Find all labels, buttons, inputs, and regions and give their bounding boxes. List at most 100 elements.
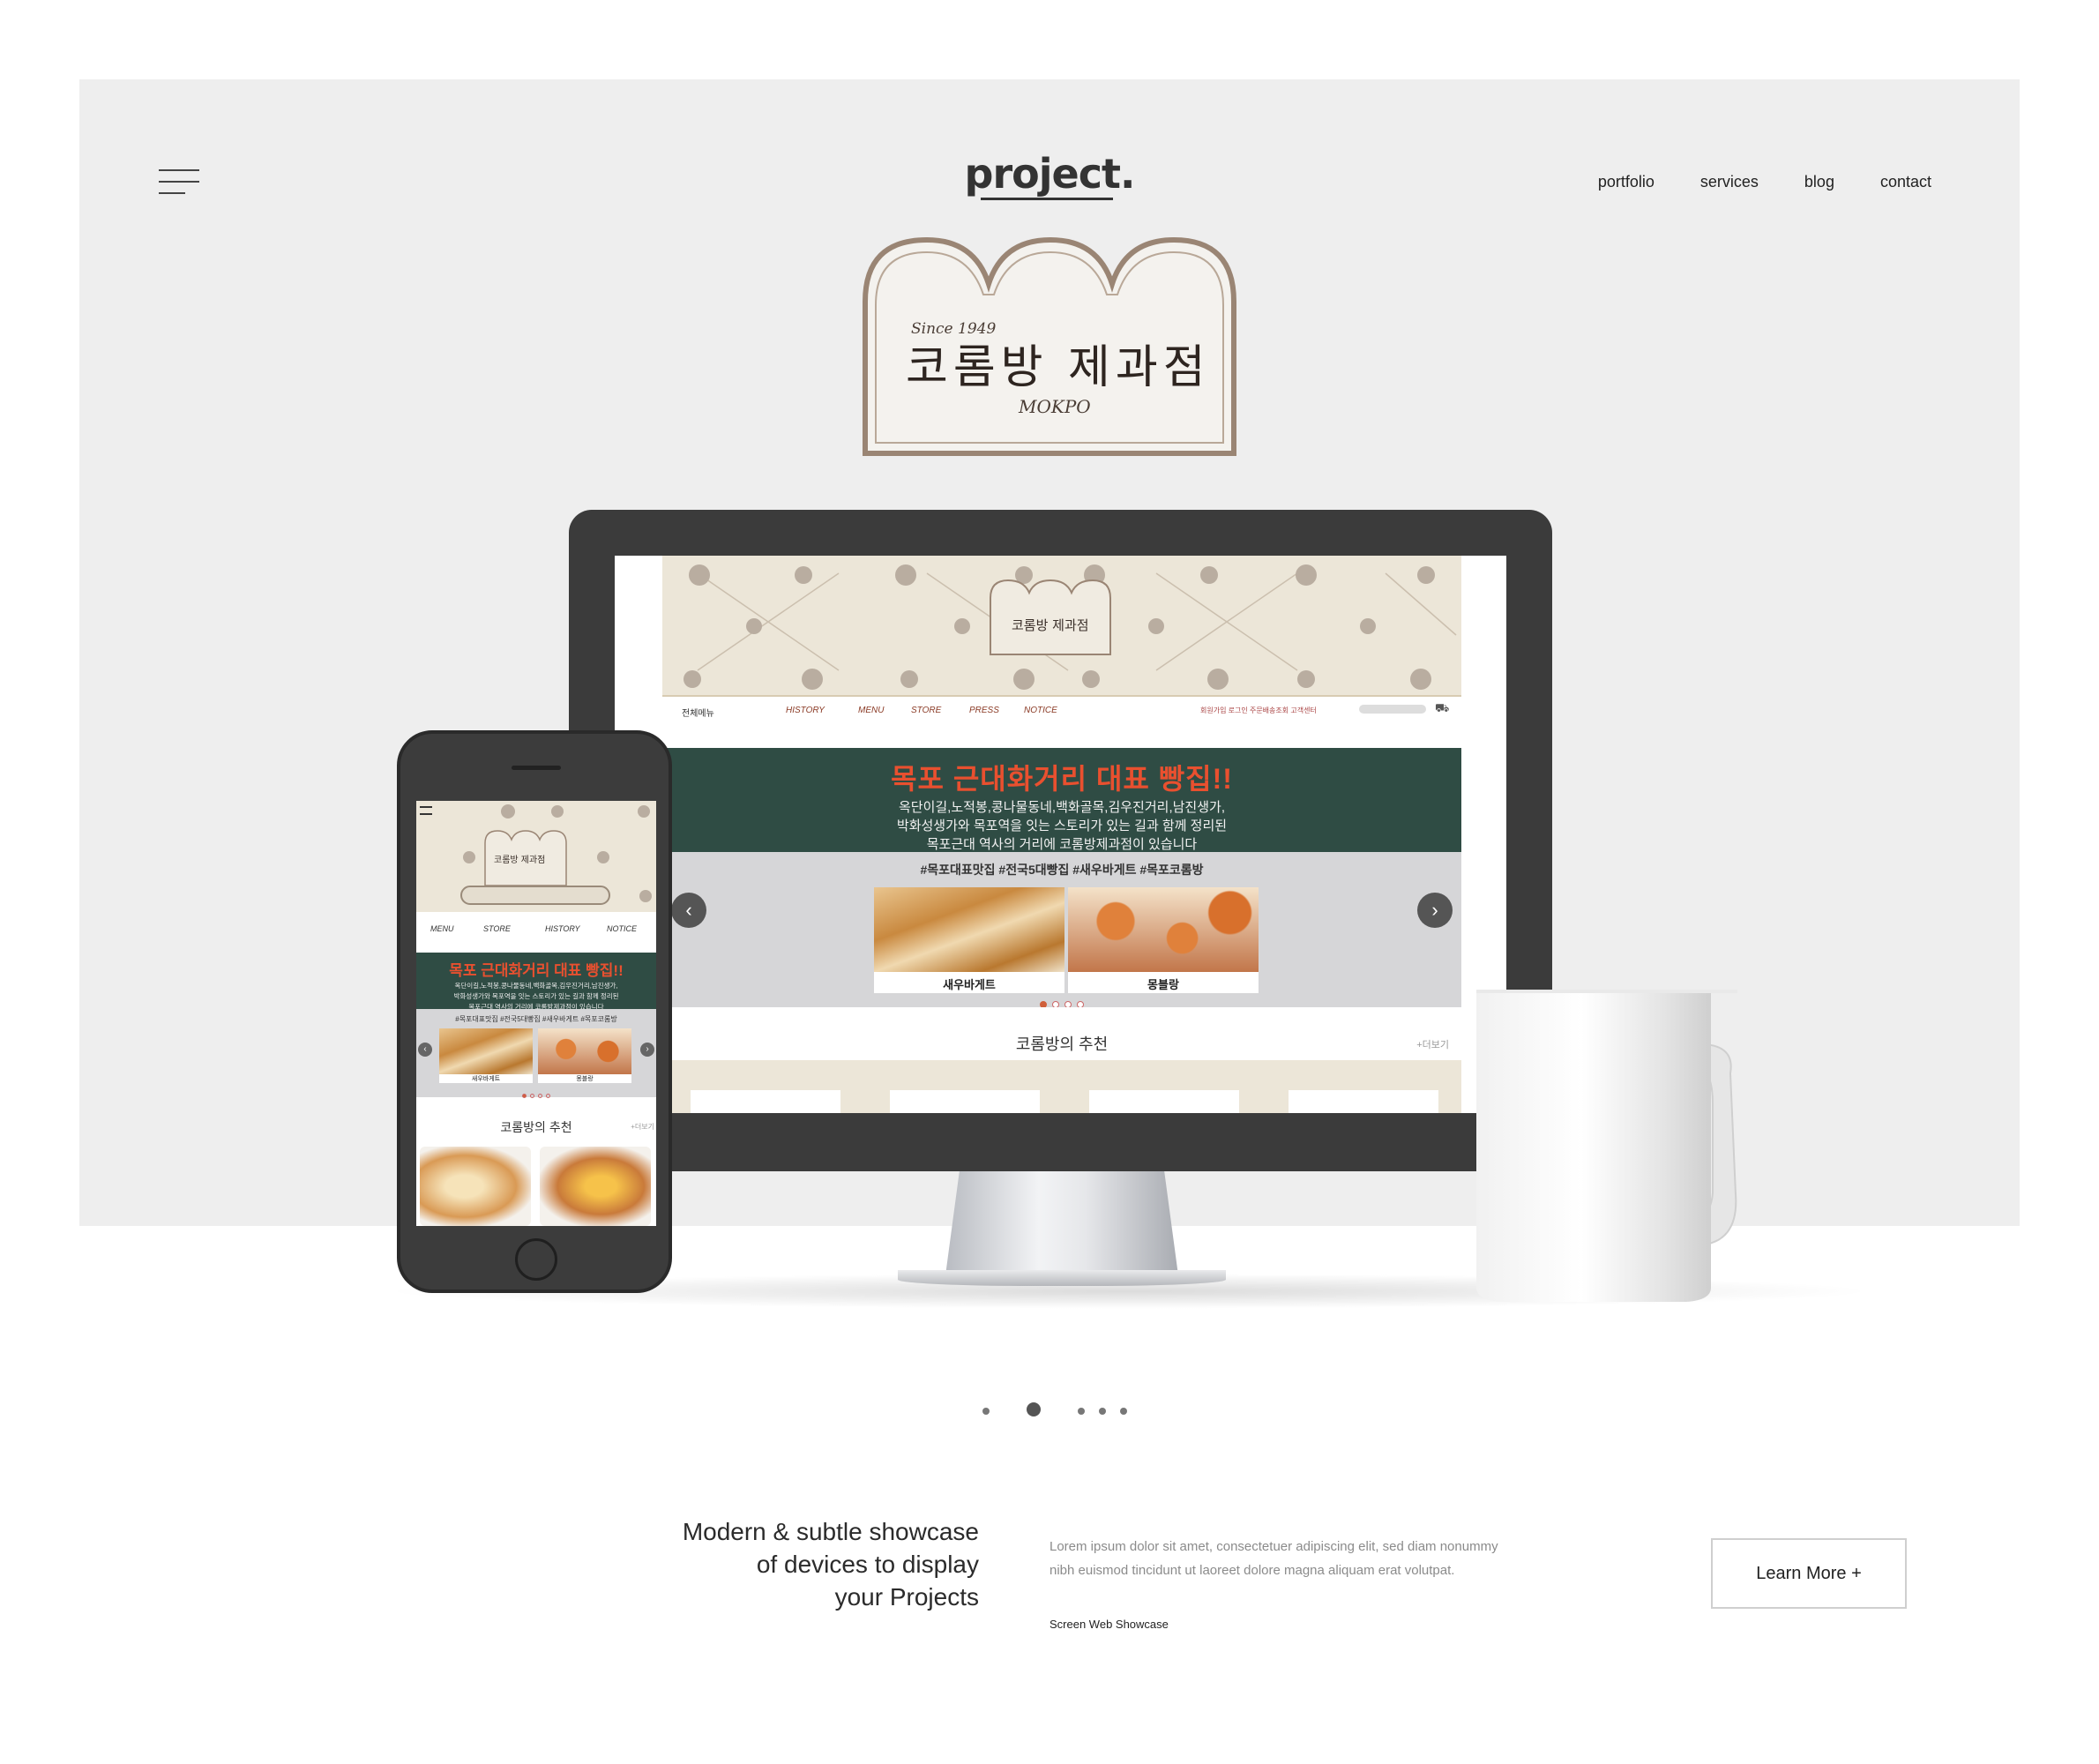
- pager-dot-active[interactable]: [1027, 1402, 1041, 1416]
- site-nav-history[interactable]: HISTORY: [786, 706, 825, 715]
- pretzel-pattern: 코롬방 제과점: [683, 564, 1457, 690]
- mobile-nav-history[interactable]: HISTORY: [545, 924, 580, 933]
- site-nav-press[interactable]: PRESS: [969, 706, 999, 715]
- desktop-screen: 코롬방 제과점 전체메뉴 HISTORY MENU STORE PRESS NO…: [615, 556, 1506, 1113]
- slider-next-icon[interactable]: ›: [1417, 893, 1453, 928]
- headline-line: of devices to display: [756, 1551, 979, 1578]
- pager-dot[interactable]: [1099, 1408, 1106, 1415]
- mobile-nav-notice[interactable]: NOTICE: [607, 924, 637, 933]
- site-banner: 목포 근대화거리 대표 빵집!! 옥단이길,노적봉,콩나물동네,백화골목,김우진…: [662, 748, 1461, 852]
- badge-since: Since 1949: [911, 320, 996, 338]
- recommend-card[interactable]: [1089, 1090, 1239, 1113]
- recommend-card[interactable]: [890, 1090, 1040, 1113]
- nav-services[interactable]: services: [1700, 173, 1759, 191]
- mobile-logo-text: 코롬방 제과점: [494, 855, 545, 865]
- pager-dot[interactable]: [1120, 1408, 1127, 1415]
- mobile-recommend-image[interactable]: [420, 1147, 531, 1226]
- nav-contact[interactable]: contact: [1880, 173, 1931, 191]
- phone-speaker: [512, 766, 561, 770]
- nav-blog[interactable]: blog: [1804, 173, 1834, 191]
- site-nav-all-menu[interactable]: 전체메뉴: [682, 706, 714, 719]
- site-nav: 전체메뉴 HISTORY MENU STORE PRESS NOTICE 회원가…: [662, 695, 1461, 723]
- mobile-phone: 코롬방 제과점 MENU STORE HISTORY NOTICE 목포 근대화…: [397, 730, 672, 1293]
- mobile-product-slider: #목포대표맛집 #전국5대빵집 #새우바게트 #목포코롬방 ‹ › 새우바게트 …: [416, 1009, 656, 1098]
- screen-logo-text: 코롬방 제과점: [1012, 617, 1089, 633]
- headline-line: Modern & subtle showcase: [682, 1518, 979, 1545]
- pager-dot[interactable]: [982, 1408, 990, 1415]
- mobile-more-link[interactable]: +더보기: [631, 1122, 654, 1132]
- mobile-nav: MENU STORE HISTORY NOTICE: [416, 916, 656, 942]
- description-line: nibh euismod tincidunt ut laoreet dolore…: [1050, 1563, 1455, 1578]
- site-util-links[interactable]: 회원가입 로그인 주문배송조회 고객센터: [1200, 706, 1317, 715]
- pager-dot[interactable]: [1078, 1408, 1085, 1415]
- learn-more-button[interactable]: Learn More +: [1711, 1538, 1907, 1609]
- slider-dot[interactable]: [530, 1094, 534, 1098]
- recommend-card[interactable]: [691, 1090, 840, 1113]
- brand-underline: [981, 198, 1113, 200]
- bakery-website-desktop: 코롬방 제과점 전체메뉴 HISTORY MENU STORE PRESS NO…: [662, 556, 1461, 1113]
- product-name: 새우바게트: [471, 1076, 501, 1082]
- product-name: 새우바게트: [943, 978, 996, 991]
- recommend-more-link[interactable]: +더보기: [1416, 1037, 1449, 1051]
- mobile-banner-title: 목포 근대화거리 대표 빵집!!: [449, 962, 624, 979]
- mobile-search-input[interactable]: [460, 886, 610, 905]
- monitor-stand: [945, 1171, 1178, 1275]
- mobile-slider-next-icon[interactable]: ›: [640, 1043, 654, 1057]
- coffee-mug: [1476, 990, 1737, 1302]
- mobile-nav-menu[interactable]: MENU: [430, 924, 454, 933]
- mobile-slider-prev-icon[interactable]: ‹: [418, 1043, 432, 1057]
- mobile-recommend-image[interactable]: [540, 1147, 651, 1226]
- banner-title: 목포 근대화거리 대표 빵집!!: [891, 763, 1233, 795]
- showcase-caption: Screen Web Showcase: [1050, 1618, 1169, 1631]
- phone-screen: 코롬방 제과점 MENU STORE HISTORY NOTICE 목포 근대화…: [416, 801, 656, 1226]
- banner-line-1: 옥단이길,노적봉,콩나물동네,백화골목,김우진거리,남진생가,: [898, 800, 1225, 815]
- showcase-headline: Modern & subtle showcase of devices to d…: [679, 1515, 979, 1613]
- product-name: 몽블랑: [1147, 978, 1179, 991]
- slider-prev-icon[interactable]: ‹: [671, 893, 706, 928]
- recommend-card[interactable]: [1289, 1090, 1438, 1113]
- product-card[interactable]: 새우바게트: [874, 887, 1064, 993]
- product-card[interactable]: 몽블랑: [1068, 887, 1259, 993]
- nav-portfolio[interactable]: portfolio: [1598, 173, 1655, 191]
- brand-logo[interactable]: project.: [961, 150, 1138, 198]
- product-image: [538, 1028, 631, 1074]
- description-line: Lorem ipsum dolor sit amet, consectetuer…: [1050, 1539, 1498, 1554]
- cart-icon[interactable]: ⛟: [1435, 701, 1449, 717]
- top-nav: portfolio services blog contact: [1598, 173, 1931, 191]
- slider-dot[interactable]: [522, 1094, 527, 1098]
- monitor-stand-base: [898, 1270, 1226, 1286]
- recommend-section: [662, 1060, 1461, 1113]
- mobile-hashtags: #목포대표맛집 #전국5대빵집 #새우바게트 #목포코롬방: [455, 1015, 617, 1023]
- home-button[interactable]: [515, 1238, 557, 1281]
- mobile-nav-store[interactable]: STORE: [483, 924, 511, 933]
- site-nav-store[interactable]: STORE: [911, 706, 941, 715]
- mobile-slider-dots: [416, 1087, 656, 1102]
- mobile-menu-icon[interactable]: [420, 806, 432, 815]
- site-nav-notice[interactable]: NOTICE: [1024, 706, 1057, 715]
- showcase-description: Lorem ipsum dolor sit amet, consectetuer…: [1050, 1535, 1543, 1582]
- mobile-recommend-title: 코롬방의 추천: [500, 1120, 572, 1134]
- headline-line: your Projects: [834, 1583, 979, 1611]
- mobile-banner-line-1: 옥단이길,노적봉,콩나물동네,백화골목,김우진거리,남진생가,: [454, 982, 618, 990]
- site-header-pattern: 코롬방 제과점: [662, 556, 1461, 695]
- mobile-banner: 목포 근대화거리 대표 빵집!! 옥단이길,노적봉,콩나물동네,백화골목,김우진…: [416, 953, 656, 1011]
- badge-name: 코롬방 제과점: [906, 341, 1211, 394]
- product-image: [439, 1028, 533, 1074]
- recommend-title: 코롬방의 추천: [662, 1007, 1461, 1060]
- site-nav-menu[interactable]: MENU: [858, 706, 884, 715]
- menu-icon[interactable]: [159, 169, 199, 196]
- mobile-product-card[interactable]: 몽블랑: [538, 1028, 631, 1083]
- mobile-product-card[interactable]: 새우바게트: [439, 1028, 533, 1083]
- banner-line-3: 목포근대 역사의 거리에 코롬방제과점이 있습니다: [926, 837, 1198, 852]
- slider-hashtags: #목포대표맛집 #전국5대빵집 #새우바게트 #목포코롬방: [920, 863, 1204, 877]
- bakery-logo-badge: Since 1949 코롬방 제과점 MOKPO: [863, 236, 1236, 456]
- site-search-input[interactable]: [1359, 705, 1426, 714]
- product-name: 몽블랑: [576, 1076, 594, 1082]
- slider-dot[interactable]: [546, 1094, 550, 1098]
- product-slider: #목포대표맛집 #전국5대빵집 #새우바게트 #목포코롬방 ‹ › 새우바게트 …: [662, 852, 1461, 1008]
- desktop-monitor: 코롬방 제과점 전체메뉴 HISTORY MENU STORE PRESS NO…: [569, 510, 1552, 1171]
- badge-city: MOKPO: [1018, 396, 1091, 417]
- product-image: [874, 887, 1064, 972]
- product-image: [1068, 887, 1259, 972]
- slider-dot[interactable]: [538, 1094, 542, 1098]
